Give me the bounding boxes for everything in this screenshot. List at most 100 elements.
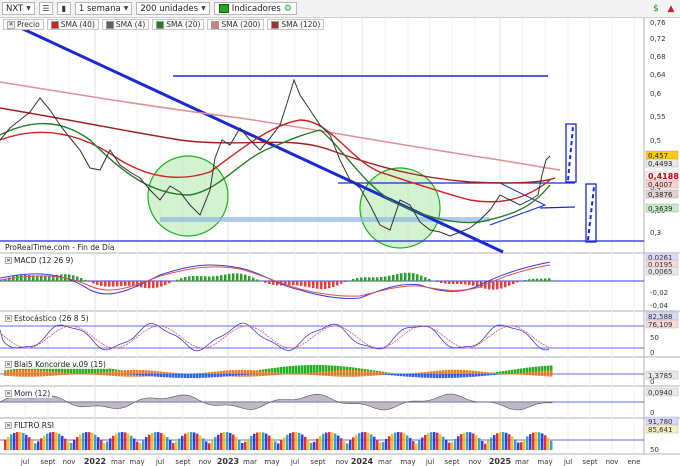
legend-sma200[interactable]: SMA (200) xyxy=(207,19,265,30)
macd-label[interactable]: ✕ MACD (12 26 9) xyxy=(3,256,76,265)
rsi-bar xyxy=(409,438,412,450)
legend-sma4[interactable]: SMA (4) xyxy=(101,19,150,30)
macd-bar xyxy=(200,276,203,281)
time-axis: jul sept nov 2022 mar may jul sept nov 2023 mar may… xyxy=(20,457,641,466)
rsi-bar xyxy=(262,432,265,450)
rsi-bar xyxy=(121,432,124,450)
macd-bar xyxy=(468,281,471,285)
koncorde-orange-bar xyxy=(262,371,265,376)
macd-bar xyxy=(504,281,507,288)
koncorde-blue-bar xyxy=(469,374,472,377)
rsi-bar xyxy=(130,435,133,450)
rsi-label[interactable]: ✕ FILTRO RSI xyxy=(3,421,56,430)
koncorde-blue-bar xyxy=(217,374,220,378)
stoch-label[interactable]: ✕ Estocástico (26 8 5) xyxy=(3,314,91,323)
rsi-bar xyxy=(256,432,259,450)
rsi-bar xyxy=(403,433,406,450)
koncorde-orange-bar xyxy=(319,371,322,376)
rsi-bar xyxy=(376,439,379,450)
rsi-bar xyxy=(184,433,187,450)
rsi-bar xyxy=(544,435,547,450)
macd-bar xyxy=(396,273,399,281)
koncorde-blue-bar xyxy=(184,374,187,378)
rsi-bar xyxy=(40,438,43,450)
macd-bar xyxy=(236,273,239,281)
koncorde-green-bar xyxy=(301,365,304,374)
price-badges: 0,4570,44930,41880,40070,38760,3639 xyxy=(645,150,679,213)
mom-label[interactable]: ✕ Mom (12) xyxy=(3,389,53,398)
koncorde-blue-bar xyxy=(241,374,244,376)
stoch-label-text: Estocástico (26 8 5) xyxy=(14,314,89,323)
legend-price[interactable]: ✕ Precio xyxy=(3,19,44,30)
rsi-bar xyxy=(157,432,160,450)
legend-label: SMA (4) xyxy=(115,20,146,29)
rsi-bar xyxy=(445,439,448,450)
koncorde-blue-bar xyxy=(244,374,247,375)
macd-bar xyxy=(472,281,475,286)
close-icon[interactable]: ✕ xyxy=(5,257,12,264)
time-tick-label: jul xyxy=(155,458,164,466)
koncorde-blue-bar xyxy=(442,374,445,378)
macd-bar xyxy=(324,281,327,289)
macd-bar xyxy=(116,281,119,287)
koncorde-blue-bar xyxy=(448,374,451,378)
koncorde-orange-bar xyxy=(520,372,523,375)
rsi-bar xyxy=(280,440,283,450)
rsi-panel xyxy=(0,432,644,450)
color-swatch xyxy=(50,20,59,29)
close-icon[interactable]: ✕ xyxy=(5,361,12,368)
rsi-bar xyxy=(103,443,106,450)
koncorde-green-bar xyxy=(286,366,289,374)
macd-bar xyxy=(40,275,43,281)
koncorde-orange-bar xyxy=(76,373,79,375)
rsi-bar xyxy=(247,438,250,450)
rsi-bar xyxy=(25,434,28,450)
rsi-bar xyxy=(520,442,523,450)
koncorde-blue-bar xyxy=(151,374,154,377)
koncorde-blue-bar xyxy=(139,374,142,376)
rsi-bar xyxy=(436,432,439,450)
koncorde-orange-bar xyxy=(256,370,259,377)
legend-sma20[interactable]: SMA (20) xyxy=(152,19,205,30)
koncorde-blue-bar xyxy=(178,374,181,378)
rsi-bar xyxy=(52,432,55,450)
rsi-bar xyxy=(208,443,211,450)
vertical-grid xyxy=(24,18,635,454)
koncorde-orange-bar xyxy=(109,371,112,376)
koncorde-blue-bar xyxy=(136,374,139,376)
macd-bar xyxy=(188,276,191,281)
rsi-bar xyxy=(73,439,76,450)
price-line xyxy=(0,78,551,237)
close-icon[interactable]: ✕ xyxy=(5,390,12,397)
time-tick-label: jul xyxy=(20,458,29,466)
rsi-badge-text: 85,641 xyxy=(648,426,673,434)
chart-canvas[interactable]: 0,760,720,680,640,60,550,50,450,40,350,3… xyxy=(0,0,680,466)
macd-bar xyxy=(508,281,511,286)
close-icon[interactable]: ✕ xyxy=(5,422,12,429)
koncorde-orange-bar xyxy=(133,369,136,377)
stoch-d-line xyxy=(0,325,550,349)
legend-sma40[interactable]: SMA (40) xyxy=(46,19,99,30)
koncorde-blue-bar xyxy=(223,374,226,377)
macd-bar xyxy=(16,275,19,281)
macd-bar xyxy=(496,281,499,290)
price-panel xyxy=(0,20,644,254)
close-icon[interactable]: ✕ xyxy=(7,20,15,29)
koncorde-blue-bar xyxy=(148,374,151,377)
time-tick-label: jul xyxy=(425,458,434,466)
koncorde-orange-bar xyxy=(259,370,262,377)
macd-bar xyxy=(540,278,543,281)
macd-bar xyxy=(192,275,195,281)
rsi-bar xyxy=(385,438,388,450)
koncorde-orange-bar xyxy=(46,370,49,377)
koncorde-label[interactable]: ✕ Blai5 Koncorde v.09 (15) xyxy=(3,360,108,369)
projection-dash-1 xyxy=(567,126,574,181)
legend-sma120[interactable]: SMA (120) xyxy=(267,19,325,30)
rsi-bar xyxy=(277,443,280,450)
koncorde-orange-bar xyxy=(139,369,142,377)
koncorde-orange-bar xyxy=(238,369,241,377)
rsi-bar xyxy=(22,433,25,450)
projection-box-2 xyxy=(585,183,597,243)
close-icon[interactable]: ✕ xyxy=(5,315,12,322)
macd-bar xyxy=(316,281,319,289)
